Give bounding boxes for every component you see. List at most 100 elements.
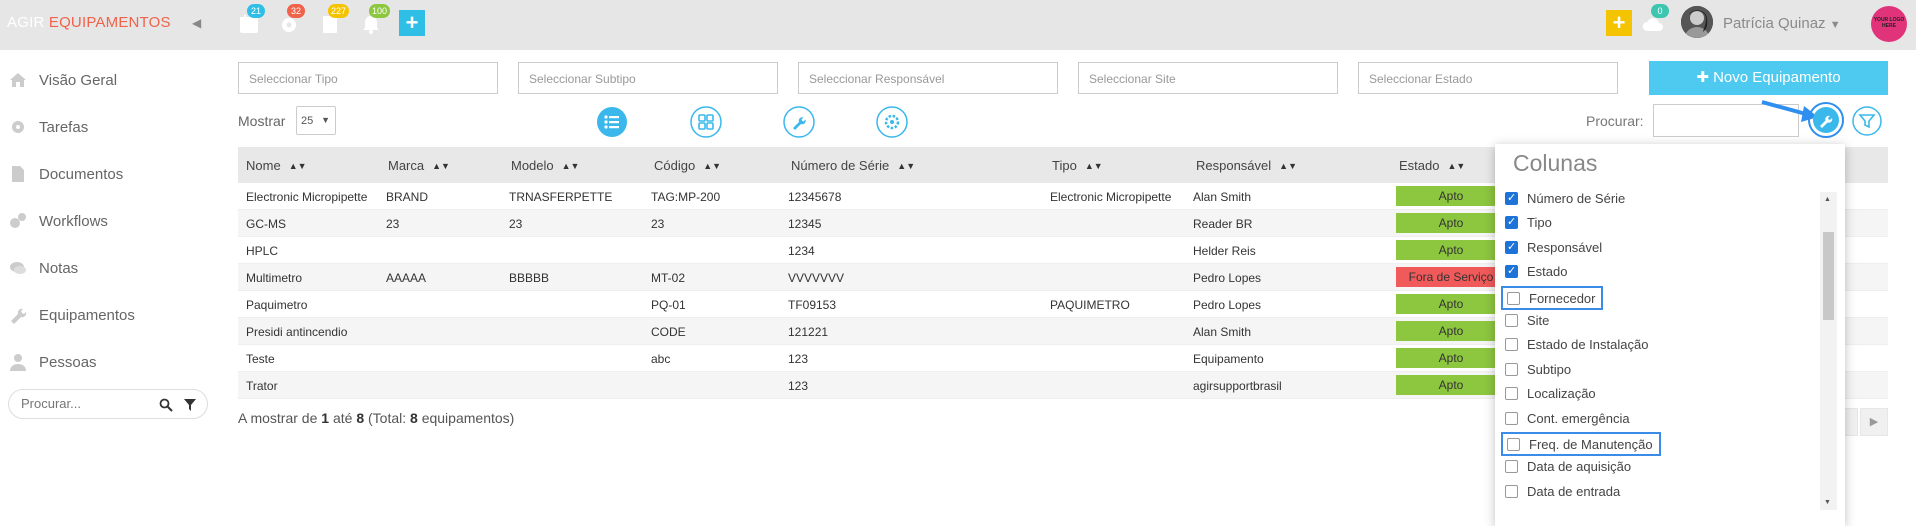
header-numero-serie[interactable]: Número de Série ▲▼ (791, 158, 915, 173)
bell-icon[interactable]: 100 (359, 4, 391, 36)
column-checkbox[interactable] (1505, 314, 1518, 327)
sidebar-search (8, 389, 208, 419)
column-label: Estado de Instalação (1527, 337, 1649, 353)
column-label: Data de aquisição (1527, 459, 1632, 475)
novo-equipamento-button[interactable]: ✚ Novo Equipamento (1649, 61, 1888, 95)
column-option[interactable]: Cont. emergência (1505, 408, 1805, 430)
sidebar-item-equipamentos[interactable]: Equipamentos (0, 300, 222, 330)
sidebar-item-workflows[interactable]: Workflows (0, 206, 222, 236)
chevron-down-icon: ▼ (1829, 19, 1841, 31)
filter-site[interactable]: Seleccionar Site (1078, 62, 1338, 94)
header-codigo[interactable]: Código ▲▼ (654, 158, 721, 173)
column-option[interactable]: Estado de Instalação (1505, 334, 1805, 356)
column-checkbox[interactable] (1505, 411, 1518, 425)
cell-nome: Teste (246, 352, 275, 366)
sidebar-item-documentos[interactable]: Documentos (0, 159, 222, 189)
header-modelo[interactable]: Modelo ▲▼ (511, 158, 579, 173)
advanced-filter-button[interactable] (1852, 106, 1882, 136)
column-option[interactable]: Site (1505, 310, 1805, 332)
document-icon[interactable]: 227 (318, 4, 350, 36)
column-checkbox[interactable] (1505, 215, 1518, 230)
status-badge: Apto (1396, 348, 1506, 368)
header-responsavel[interactable]: Responsável ▲▼ (1196, 158, 1297, 173)
column-checkbox[interactable] (1505, 240, 1518, 254)
column-option[interactable]: Tipo (1505, 212, 1805, 234)
info-to: 8 (356, 410, 365, 426)
sidebar-item-visao-geral[interactable]: Visão Geral (0, 65, 222, 95)
calendar-icon[interactable]: 21 (237, 4, 265, 36)
info-total: 8 (410, 410, 418, 426)
header-estado[interactable]: Estado ▲▼ (1399, 158, 1465, 173)
column-option[interactable]: Data de aquisição (1505, 456, 1805, 478)
filter-estado[interactable]: Seleccionar Estado (1358, 62, 1618, 94)
column-checkbox[interactable] (1505, 362, 1518, 376)
scroll-down-icon[interactable]: ▼ (1824, 499, 1831, 506)
column-checkbox[interactable] (1507, 291, 1520, 305)
brand-part-1: AGIR (7, 14, 45, 31)
column-option[interactable]: Responsável (1505, 237, 1805, 259)
scrollbar-thumb[interactable] (1823, 232, 1834, 320)
add-yellow-button[interactable]: + (1606, 10, 1632, 36)
sidebar-item-label: Visão Geral (39, 72, 118, 89)
quick-add-button[interactable]: + (399, 10, 425, 36)
column-checkbox[interactable] (1505, 484, 1518, 498)
scroll-up-icon[interactable]: ▲ (1824, 196, 1831, 203)
column-option[interactable]: Número de Série (1505, 188, 1805, 210)
header-nome[interactable]: Nome ▲▼ (246, 158, 307, 173)
filter-subtipo[interactable]: Seleccionar Subtipo (518, 62, 778, 94)
sort-icon: ▲▼ (1084, 161, 1103, 171)
column-label: Número de Série (1527, 191, 1626, 206)
column-label: Freq. de Manutenção (1529, 437, 1653, 452)
filter-responsavel[interactable]: Seleccionar Responsável (798, 62, 1058, 94)
column-option[interactable]: Localização (1505, 383, 1805, 405)
sidebar-item-tarefas[interactable]: Tarefas (0, 112, 222, 142)
filter-tipo[interactable]: Seleccionar Tipo (238, 62, 498, 94)
cell-serie: 123 (788, 352, 809, 366)
maintenance-view-button[interactable] (783, 106, 815, 138)
column-checkbox[interactable] (1505, 264, 1518, 279)
filter-icon[interactable] (183, 398, 197, 412)
cell-codigo: MT-02 (651, 271, 686, 285)
header-tipo[interactable]: Tipo ▲▼ (1052, 158, 1103, 173)
info-prefix: A mostrar de (238, 410, 318, 426)
wrench-icon (11, 308, 27, 324)
user-avatar[interactable] (1681, 6, 1713, 38)
gear-icon[interactable]: 32 (277, 4, 305, 36)
user-menu[interactable]: Patrícia Quinaz ▼ (1723, 15, 1841, 32)
column-checkbox[interactable] (1505, 387, 1518, 401)
sidebar-search-input[interactable] (21, 396, 141, 411)
columns-config-button[interactable] (1808, 102, 1844, 138)
collapse-sidebar-icon[interactable]: ◀ (192, 16, 201, 30)
sidebar-item-pessoas[interactable]: Pessoas (0, 347, 222, 377)
filter-estado-placeholder: Seleccionar Estado (1369, 72, 1473, 86)
column-option[interactable]: Subtipo (1505, 359, 1805, 381)
column-option[interactable]: Freq. de Manutenção (1501, 432, 1661, 456)
column-option[interactable]: Data de entrada (1505, 481, 1805, 503)
search-icon[interactable] (159, 398, 173, 412)
sidebar-item-notas[interactable]: Notas (0, 253, 222, 283)
cell-responsavel: Alan Smith (1193, 190, 1252, 204)
column-checkbox[interactable] (1507, 438, 1520, 451)
page-size-select[interactable]: 25 ▼ (296, 106, 336, 135)
cell-responsavel: Pedro Lopes (1193, 271, 1262, 285)
cell-codigo: PQ-01 (651, 298, 686, 312)
cloud-badge: 0 (1651, 4, 1669, 18)
header-marca[interactable]: Marca ▲▼ (388, 158, 450, 173)
settings-view-button[interactable] (876, 106, 908, 138)
cell-nome: Paquimetro (246, 298, 308, 312)
brand-logo[interactable]: AGIR EQUIPAMENTOS (7, 14, 171, 31)
column-checkbox[interactable] (1505, 191, 1518, 205)
page-next-button[interactable]: ▶ (1860, 408, 1888, 436)
grid-view-button[interactable] (690, 106, 722, 138)
cloud-icon[interactable]: 0 (1641, 4, 1669, 36)
cell-serie: 12345 (788, 217, 822, 231)
column-option[interactable]: Fornecedor (1501, 285, 1604, 310)
column-checkbox[interactable] (1505, 338, 1518, 352)
columns-scrollbar[interactable]: ▲ ▼ (1820, 192, 1837, 510)
column-option[interactable]: Estado (1505, 261, 1805, 283)
column-checkbox[interactable] (1505, 460, 1518, 474)
status-badge: Fora de Serviço (1396, 267, 1506, 287)
notifications-badge: 100 (369, 4, 391, 18)
cell-responsavel: Alan Smith (1193, 325, 1252, 339)
list-view-button[interactable] (596, 106, 628, 138)
